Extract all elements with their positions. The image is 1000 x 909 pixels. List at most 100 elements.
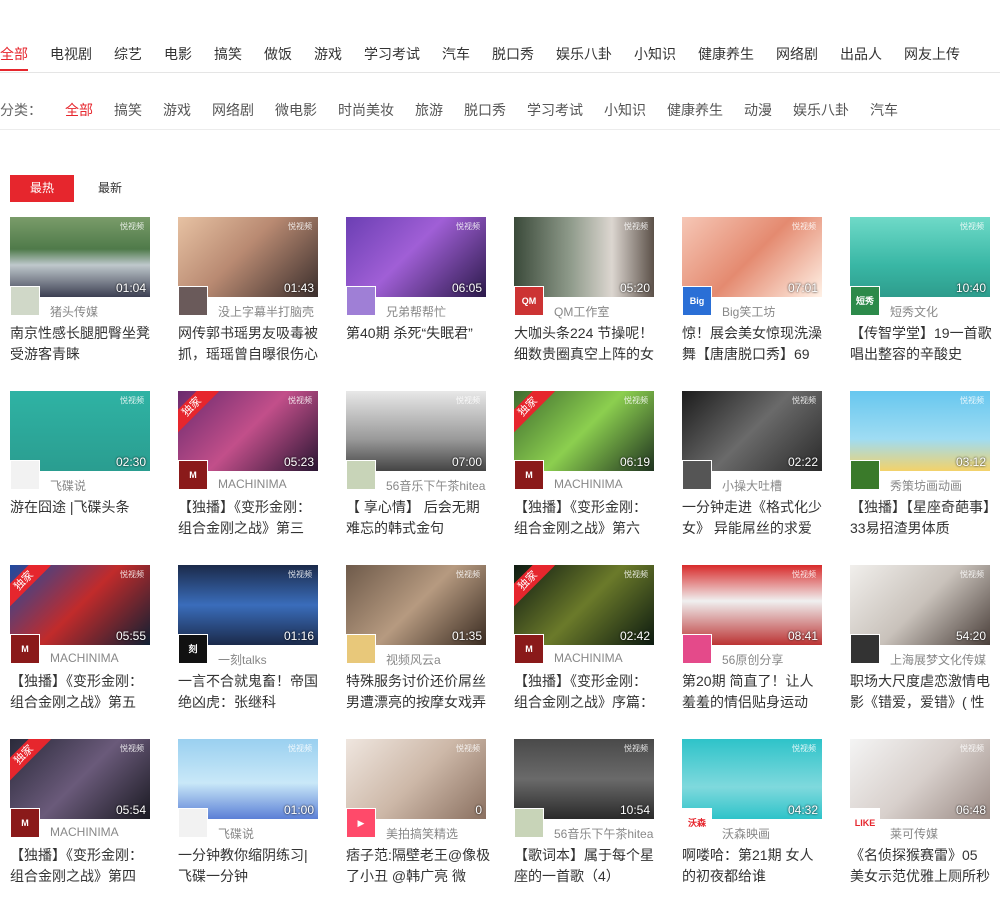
top-nav-item[interactable]: 汽车 [442,44,470,64]
sub-nav-item[interactable]: 小知识 [604,100,646,120]
video-thumbnail[interactable]: 悦视频 独家 05:23 [178,391,318,471]
channel-avatar[interactable] [514,808,544,838]
channel-name[interactable]: 小操大吐槽 [722,477,822,494]
channel-name[interactable]: 兄弟帮帮忙 [386,303,486,320]
video-card[interactable]: 悦视频 07:00 56音乐下午茶hitea 【 享心情】 后会无期 难忘的韩式金句 [346,391,486,551]
video-thumbnail[interactable]: 悦视频 01:16 [178,565,318,645]
channel-avatar[interactable]: 刻 [178,634,208,664]
channel-avatar[interactable]: M [178,460,208,490]
top-nav-item[interactable]: 小知识 [634,44,676,64]
sub-nav-item[interactable]: 汽车 [870,100,898,120]
top-nav-item[interactable]: 网络剧 [776,44,818,64]
video-card[interactable]: 悦视频 独家 05:55 M MACHINIMA 【独播】《变形金刚：组合金刚之战》第五 [10,565,150,725]
channel-avatar[interactable] [10,460,40,490]
top-nav-item[interactable]: 健康养生 [698,44,754,64]
channel-name[interactable]: 56音乐下午茶hitea [386,477,486,494]
video-thumbnail[interactable]: 悦视频 02:30 [10,391,150,471]
top-nav-item[interactable]: 电视剧 [50,44,92,64]
channel-name[interactable]: 猪头传媒 [50,303,150,320]
video-thumbnail[interactable]: 悦视频 05:20 [514,217,654,297]
channel-name[interactable]: 莱可传媒 [890,825,990,842]
video-title[interactable]: 【独播】《变形金刚：组合金刚之战》第三 [178,497,323,539]
video-thumbnail[interactable]: 悦视频 04:32 [682,739,822,819]
video-thumbnail[interactable]: 悦视频 10:40 [850,217,990,297]
channel-avatar[interactable] [178,808,208,838]
video-title[interactable]: 【 享心情】 后会无期 难忘的韩式金句 [346,497,491,539]
video-thumbnail[interactable]: 悦视频 06:48 [850,739,990,819]
video-card[interactable]: 悦视频 01:16 刻一刻talks 一言不合就鬼畜！帝国绝凶虎：张继科 [178,565,318,725]
channel-name[interactable]: Big笑工坊 [722,303,822,320]
video-title[interactable]: 【独播】《变形金刚：组合金刚之战》第六 [514,497,659,539]
sub-nav-item[interactable]: 学习考试 [527,100,583,120]
sub-nav-item[interactable]: 游戏 [163,100,191,120]
channel-name[interactable]: 视频风云a [386,651,486,668]
video-title[interactable]: 第40期 杀死“失眠君” [346,323,491,365]
video-thumbnail[interactable]: 悦视频 02:22 [682,391,822,471]
channel-name[interactable]: 56原创分享 [722,651,822,668]
video-card[interactable]: 悦视频 01:43 没上字幕半打脑壳 网传郭书瑶男友吸毒被抓，瑶瑶曾自曝很伤心 [178,217,318,377]
channel-avatar[interactable] [346,460,376,490]
channel-name[interactable]: 56音乐下午茶hitea [554,825,654,842]
video-card[interactable]: 悦视频 02:22 小操大吐槽 一分钟走进《格式化少女》 异能屌丝的求爱 [682,391,822,551]
channel-avatar[interactable]: ▶ [346,808,376,838]
channel-avatar[interactable]: 短秀 [850,286,880,316]
channel-name[interactable]: MACHINIMA [554,477,654,491]
video-thumbnail[interactable]: 悦视频 08:41 [682,565,822,645]
video-thumbnail[interactable]: 悦视频 01:04 [10,217,150,297]
top-nav-item[interactable]: 网友上传 [904,44,960,64]
video-thumbnail[interactable]: 悦视频 01:00 [178,739,318,819]
channel-avatar[interactable] [682,634,712,664]
video-card[interactable]: 悦视频 06:48 LIKE 莱可传媒 《名侦探猴赛雷》05 美女示范优雅上厕所秒 [850,739,990,899]
video-title[interactable]: 网传郭书瑶男友吸毒被抓，瑶瑶曾自曝很伤心 [178,323,323,365]
channel-avatar[interactable]: QM [514,286,544,316]
video-thumbnail[interactable]: 悦视频 01:43 [178,217,318,297]
video-title[interactable]: 痞子范:隔壁老王@像极了小丑 @韩广亮 微 [346,845,491,887]
video-card[interactable]: 悦视频 01:04 猪头传媒 南京性感长腿肥臀坐凳受游客青睐 [10,217,150,377]
sub-nav-item[interactable]: 时尚美妆 [338,100,394,120]
top-nav-item[interactable]: 出品人 [840,44,882,64]
sub-nav-item[interactable]: 娱乐八卦 [793,100,849,120]
video-card[interactable]: 悦视频 01:00 飞碟说 一分钟教你缩阴练习| 飞碟一分钟 [178,739,318,899]
video-title[interactable]: 一言不合就鬼畜！帝国绝凶虎：张继科 [178,671,323,713]
video-thumbnail[interactable]: 悦视频 10:54 [514,739,654,819]
video-title[interactable]: 【独播】《变形金刚：组合金刚之战》序篇： [514,671,659,713]
top-nav-item[interactable]: 全部 [0,44,28,64]
video-card[interactable]: 悦视频 08:41 56原创分享 第20期 简直了！让人羞羞的情侣贴身运动 [682,565,822,725]
channel-name[interactable]: 一刻talks [218,651,318,668]
video-title[interactable]: 一分钟教你缩阴练习| 飞碟一分钟 [178,845,323,887]
video-title[interactable]: 职场大尺度虐恋激情电影《错爱，爱错》( 性 [850,671,995,713]
video-title[interactable]: 大咖头条224 节操呢！细数贵圈真空上阵的女星 [514,323,659,365]
channel-name[interactable]: 短秀文化 [890,303,990,320]
sub-nav-item[interactable]: 微电影 [275,100,317,120]
video-thumbnail[interactable]: 悦视频 07:01 [682,217,822,297]
channel-avatar[interactable] [682,460,712,490]
video-title[interactable]: 第20期 简直了！让人羞羞的情侣贴身运动 [682,671,827,713]
video-thumbnail[interactable]: 悦视频 06:05 [346,217,486,297]
sub-nav-item[interactable]: 脱口秀 [464,100,506,120]
video-card[interactable]: 悦视频 独家 02:42 M MACHINIMA 【独播】《变形金刚：组合金刚之战》序篇： [514,565,654,725]
top-nav-item[interactable]: 娱乐八卦 [556,44,612,64]
channel-avatar[interactable] [850,460,880,490]
video-thumbnail[interactable]: 悦视频 0 [346,739,486,819]
channel-name[interactable]: 美拍搞笑精选 [386,825,486,842]
channel-avatar[interactable]: 沃森 [682,808,712,838]
video-thumbnail[interactable]: 悦视频 独家 05:55 [10,565,150,645]
sub-nav-item[interactable]: 旅游 [415,100,443,120]
video-title[interactable]: 【传智学堂】19一首歌唱出整容的辛酸史 [850,323,995,365]
channel-name[interactable]: 秀策坊画动画 [890,477,990,494]
sort-new-button[interactable]: 最新 [90,175,130,202]
channel-name[interactable]: MACHINIMA [218,477,318,491]
video-title[interactable]: 啊喽哈：第21期 女人的初夜都给谁 [682,845,827,887]
channel-name[interactable]: 没上字幕半打脑壳 [218,303,318,320]
video-card[interactable]: 悦视频 10:40 短秀 短秀文化【传智学堂】19一首歌唱出整容的辛酸史 [850,217,992,377]
video-card[interactable]: 悦视频 04:32 沃森 沃森映画 啊喽哈：第21期 女人的初夜都给谁 [682,739,822,899]
video-card[interactable]: 悦视频 独家 05:23 M MACHINIMA 【独播】《变形金刚：组合金刚之战》第三 [178,391,318,551]
video-thumbnail[interactable]: 悦视频 独家 05:54 [10,739,150,819]
sub-nav-item[interactable]: 网络剧 [212,100,254,120]
channel-avatar[interactable] [346,634,376,664]
channel-avatar[interactable] [178,286,208,316]
video-card[interactable]: 悦视频 54:20 上海展梦文化传媒 职场大尺度虐恋激情电影《错爱，爱错》( 性 [850,565,990,725]
sub-nav-item[interactable]: 健康养生 [667,100,723,120]
video-title[interactable]: 南京性感长腿肥臀坐凳受游客青睐 [10,323,155,365]
video-title[interactable]: 【独播】《变形金刚：组合金刚之战》第五 [10,671,155,713]
